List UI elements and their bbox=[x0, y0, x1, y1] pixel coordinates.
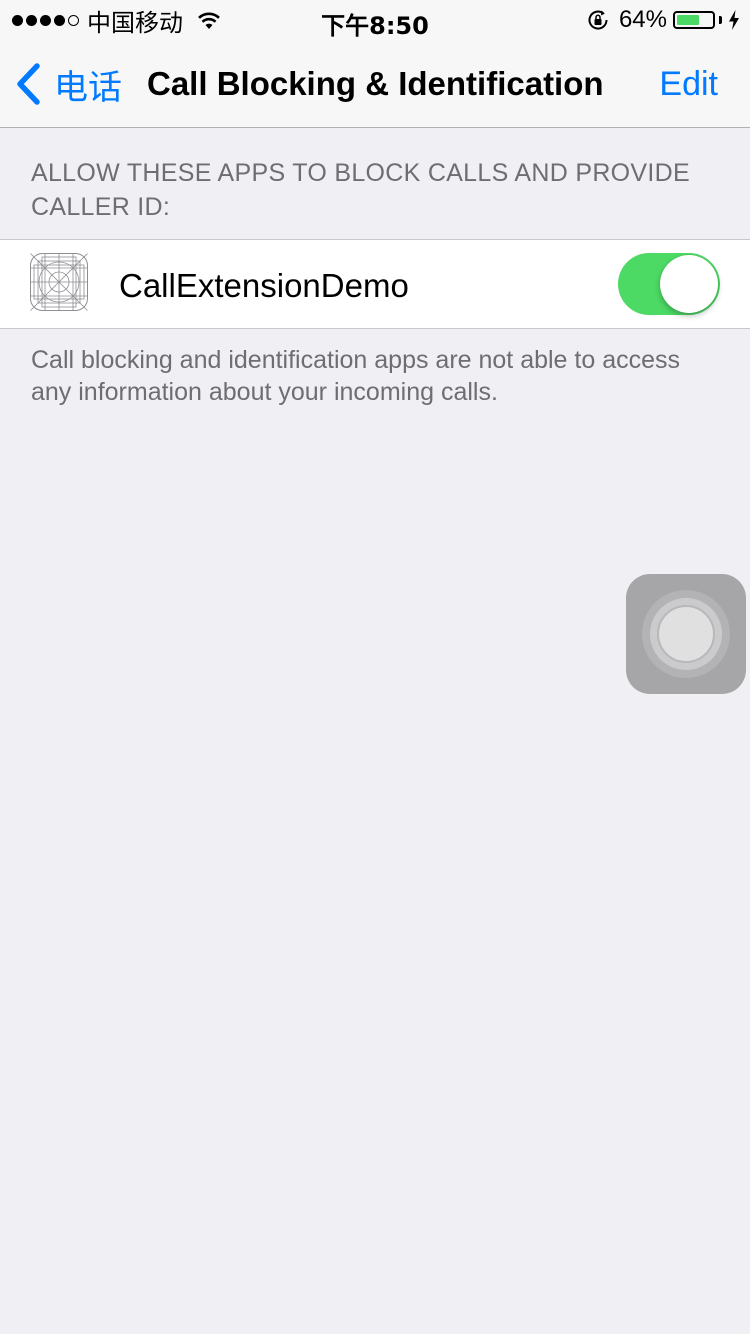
charging-bolt-icon bbox=[729, 10, 739, 30]
app-name-label: CallExtensionDemo bbox=[119, 267, 409, 304]
back-button-label: 电话 bbox=[54, 67, 122, 108]
status-bar: 中国移动 下午8:50 64% bbox=[0, 0, 750, 40]
page-title: Call Blocking & Identification bbox=[147, 65, 604, 102]
edit-button[interactable]: Edit bbox=[659, 65, 718, 104]
section-header: ALLOW THESE APPS TO BLOCK CALLS AND PROV… bbox=[31, 159, 690, 221]
app-enable-toggle[interactable] bbox=[618, 253, 720, 315]
back-button[interactable]: 电话 bbox=[14, 62, 122, 108]
list-item-app: CallExtensionDemo bbox=[0, 239, 750, 329]
toggle-knob bbox=[660, 255, 718, 313]
battery-fill bbox=[677, 15, 699, 25]
navigation-bar: 电话 Call Blocking & Identification Edit bbox=[0, 40, 750, 128]
section-footer: Call blocking and identification apps ar… bbox=[31, 346, 681, 406]
battery-icon bbox=[673, 11, 715, 29]
battery-percent: 64% bbox=[618, 6, 667, 33]
chevron-left-icon bbox=[17, 63, 40, 105]
status-right: 64% bbox=[587, 6, 740, 34]
assistive-touch-button[interactable] bbox=[626, 574, 746, 694]
assistive-touch-icon bbox=[642, 590, 730, 678]
app-placeholder-icon bbox=[30, 253, 88, 311]
rotation-lock-icon bbox=[588, 10, 608, 30]
battery-nub bbox=[719, 16, 722, 24]
